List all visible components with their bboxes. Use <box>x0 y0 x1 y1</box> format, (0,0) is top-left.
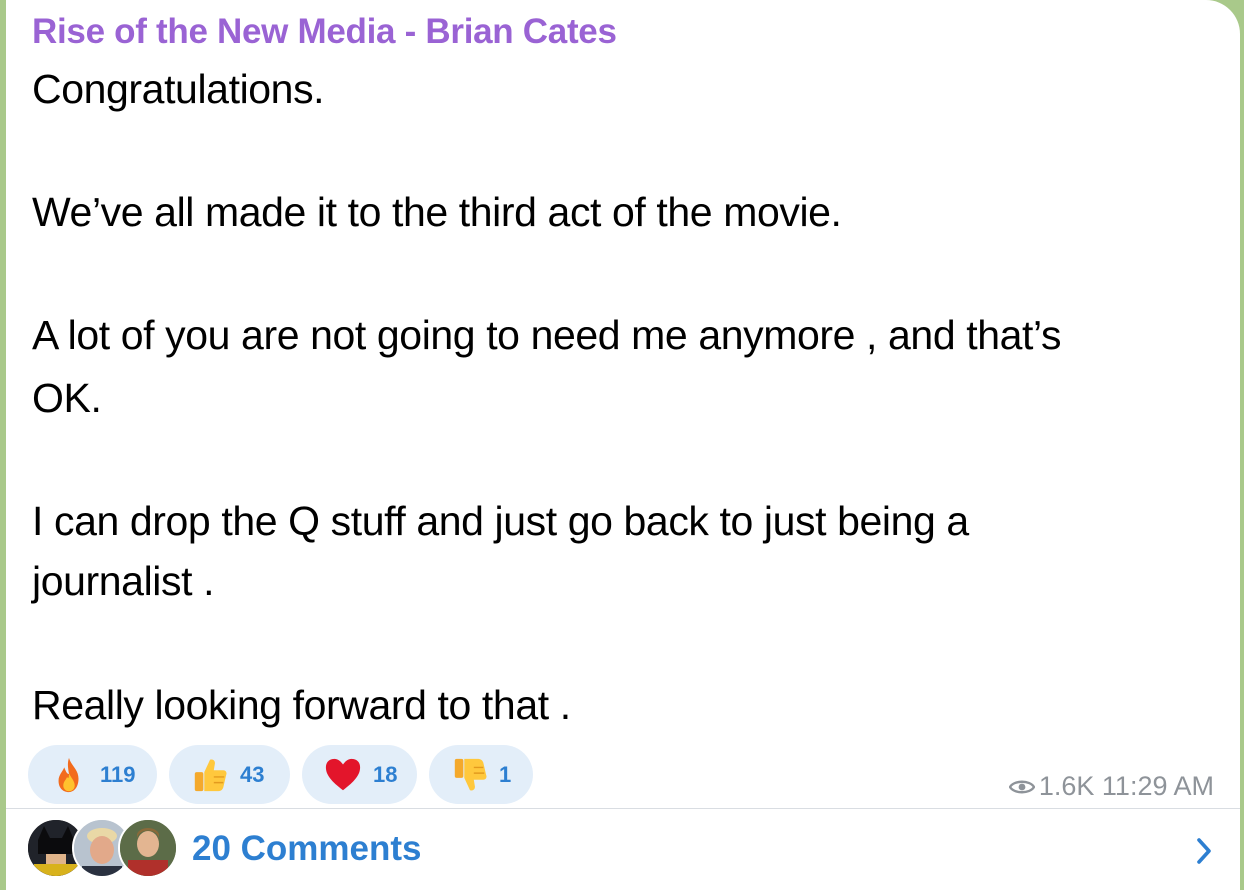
message-line: We’ve all made it to the third act of th… <box>32 189 842 235</box>
comments-link[interactable]: 20 Comments <box>192 829 422 869</box>
message-line: Really looking forward to that . <box>32 682 571 728</box>
thumbs-down-icon <box>454 758 487 791</box>
reaction-count: 1 <box>499 762 512 787</box>
reaction-count: 43 <box>240 762 265 787</box>
avatar <box>118 818 178 878</box>
view-count: 1.6K <box>1038 771 1095 801</box>
avatar-image <box>120 820 176 876</box>
thumbs-up-icon <box>194 759 227 792</box>
message-bubble: Rise of the New Media - Brian Cates Cong… <box>6 0 1240 890</box>
message-line: journalist . <box>32 558 215 604</box>
reaction-thumbs-up[interactable]: 43 <box>169 745 290 804</box>
message-line: OK. <box>32 375 102 421</box>
eye-icon <box>1008 780 1035 794</box>
channel-name[interactable]: Rise of the New Media - Brian Cates <box>32 12 617 52</box>
reaction-thumbs-down[interactable]: 1 <box>429 745 533 804</box>
divider <box>6 808 1240 809</box>
reaction-fire[interactable]: 119 <box>28 745 157 804</box>
chevron-right-icon[interactable] <box>1194 836 1214 866</box>
message-meta: 1.6K 11:29 AM <box>1008 771 1214 802</box>
commenter-avatars[interactable] <box>26 818 178 878</box>
message-line: A lot of you are not going to need me an… <box>32 312 1062 358</box>
message-line: I can drop the Q stuff and just go back … <box>32 498 969 544</box>
message-line: Congratulations. <box>32 66 325 112</box>
reaction-heart[interactable]: 18 <box>302 745 417 804</box>
reaction-count: 18 <box>373 762 398 787</box>
reaction-count: 119 <box>100 762 136 787</box>
fire-icon <box>58 757 79 793</box>
heart-icon <box>325 758 361 791</box>
message-time: 11:29 AM <box>1101 771 1214 801</box>
